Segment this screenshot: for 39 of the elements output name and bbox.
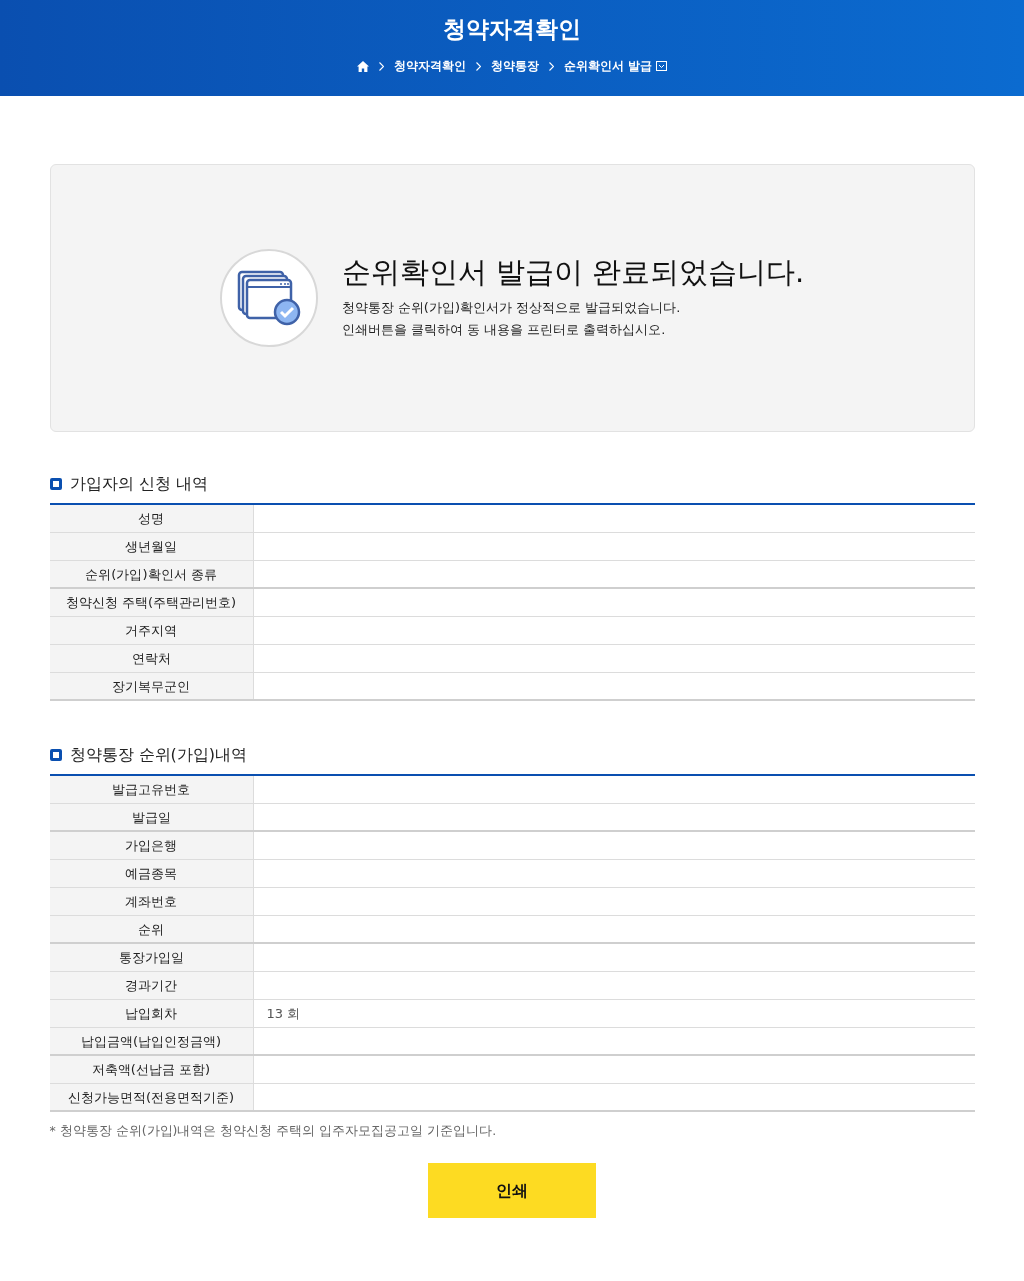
breadcrumb-link[interactable]: 청약자격확인 [394,57,467,75]
footnote: * 청약통장 순위(가입)내역은 청약신청 주택의 입주자모집공고일 기준입니다. [49,1122,498,1141]
row-label: 신청가능면적(전용면적기준) [49,1084,254,1111]
page-title: 청약자격확인 [442,16,582,44]
home-icon[interactable] [357,60,370,72]
row-label: 생년월일 [49,533,254,561]
row-label: 성명 [49,505,254,533]
row-label: 연락처 [49,645,254,673]
chevron-right-icon [476,61,482,71]
print-button[interactable]: 인쇄 [428,1163,596,1219]
row-label: 경과기간 [49,972,254,1000]
row-label: 납입금액(납입인정금액) [49,1028,254,1055]
row-label: 발급일 [49,804,254,831]
breadcrumb-link[interactable]: 청약통장 [491,57,540,75]
row-label: 거주지역 [49,617,254,645]
dropdown-icon[interactable] [655,61,667,72]
row-value: 13 회 [266,1006,301,1022]
row-label: 장기복무군인 [49,673,254,700]
row-label: 순위 [49,916,254,943]
row-label: 예금종목 [49,860,254,888]
notice-text: 인쇄버튼을 클릭하여 동 내용을 프린터로 출력하십시오. [341,321,667,340]
row-label: 통장가입일 [49,944,254,972]
row-label: 계좌번호 [49,888,254,916]
section-title: 청약통장 순위(가입)내역 [69,745,248,765]
notice-text: 청약통장 순위(가입)확인서가 정상적으로 발급되었습니다. [341,299,682,318]
square-bullet-icon [49,477,62,490]
row-label: 납입회차 [49,1000,254,1028]
row-label: 저축액(선납금 포함) [49,1056,254,1084]
notice-heading: 순위확인서 발급이 완료되었습니다. [341,254,805,290]
row-label: 순위(가입)확인서 종류 [49,561,254,588]
row-label: 가입은행 [49,832,254,860]
chevron-right-icon [379,61,385,71]
documents-check-icon [236,270,301,326]
square-bullet-icon [49,748,62,761]
chevron-right-icon [549,61,555,71]
breadcrumb-link[interactable]: 순위확인서 발급 [564,57,653,75]
row-label: 발급고유번호 [49,776,254,804]
section-title: 가입자의 신청 내역 [69,474,208,494]
row-label: 청약신청 주택(주택관리번호) [49,589,254,617]
